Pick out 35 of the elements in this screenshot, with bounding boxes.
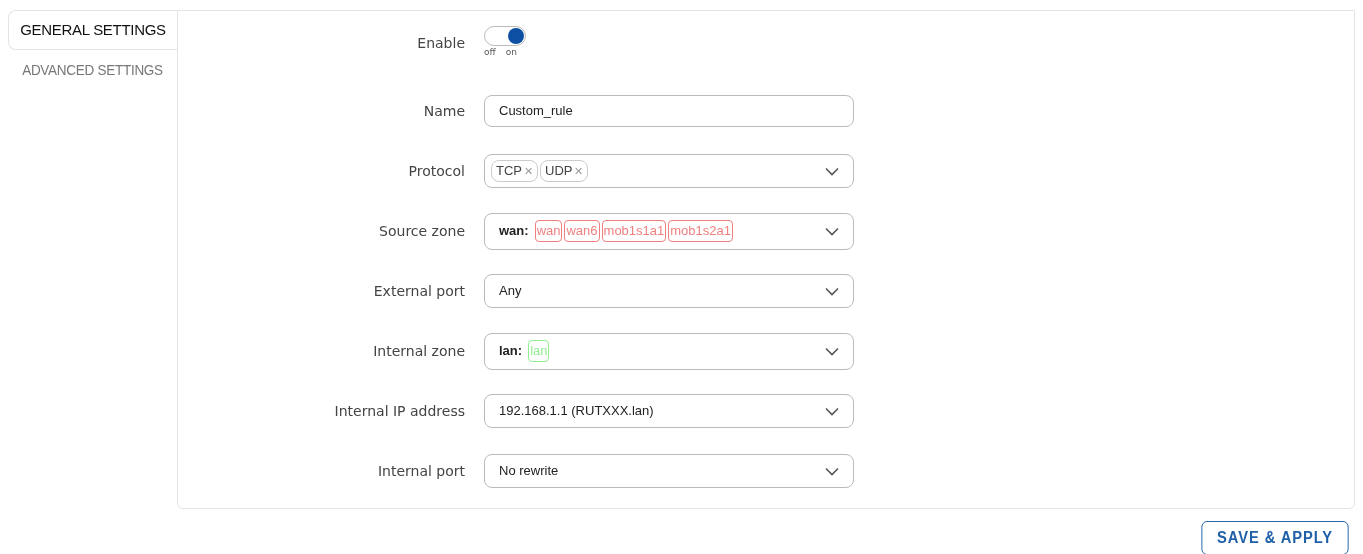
zone-select[interactable]: lan: lan — [484, 332, 854, 370]
protocol-select[interactable]: TCP✕ UDP✕ — [484, 154, 854, 188]
tab[interactable]: GENERAL SETTINGS — [8, 10, 177, 50]
chevron-down-icon — [825, 406, 839, 416]
field-label: Internal port — [376, 461, 466, 481]
field-label: Protocol — [407, 161, 466, 181]
network-tag: mob1s2a1 — [668, 220, 733, 242]
off-label: off — [484, 46, 496, 60]
name-input[interactable]: Custom_rule — [484, 95, 854, 127]
protocol-tag[interactable]: UDP✕ — [540, 160, 589, 182]
chevron-down-icon — [825, 466, 839, 476]
save-apply-button[interactable]: SAVE & APPLY — [1201, 521, 1349, 554]
tab[interactable]: ADVANCED SETTINGS — [16, 50, 169, 90]
protocol-tag[interactable]: TCP✕ — [491, 160, 538, 182]
network-tag: wan6 — [564, 220, 600, 242]
field-label: External port — [372, 281, 466, 301]
chevron-down-icon — [825, 286, 839, 296]
network-tag: mob1s1a1 — [601, 220, 667, 242]
chevron-down-icon — [825, 226, 839, 236]
chevron-down-icon — [825, 346, 839, 356]
dropdown-select[interactable]: 192.168.1.1 (RUTXXX.lan) — [484, 394, 854, 428]
on-label: on — [505, 46, 517, 60]
field-label: Internal zone — [372, 341, 466, 361]
zone-select[interactable]: wan: wan wan6 mob1s1a1 mob1s2a1 — [484, 212, 854, 250]
zone-name: wan: — [499, 222, 529, 241]
dropdown-select[interactable]: No rewrite — [484, 454, 854, 488]
dropdown-select[interactable]: Any — [484, 274, 854, 308]
field-label: Internal IP address — [333, 401, 466, 421]
field-label: Source zone — [378, 221, 466, 241]
network-tag: lan — [528, 340, 550, 362]
chevron-down-icon — [825, 166, 839, 176]
field-label: Enable — [416, 33, 466, 53]
network-tag: wan — [534, 220, 563, 242]
field-label: Name — [422, 101, 466, 121]
zone-name: lan: — [499, 342, 523, 361]
